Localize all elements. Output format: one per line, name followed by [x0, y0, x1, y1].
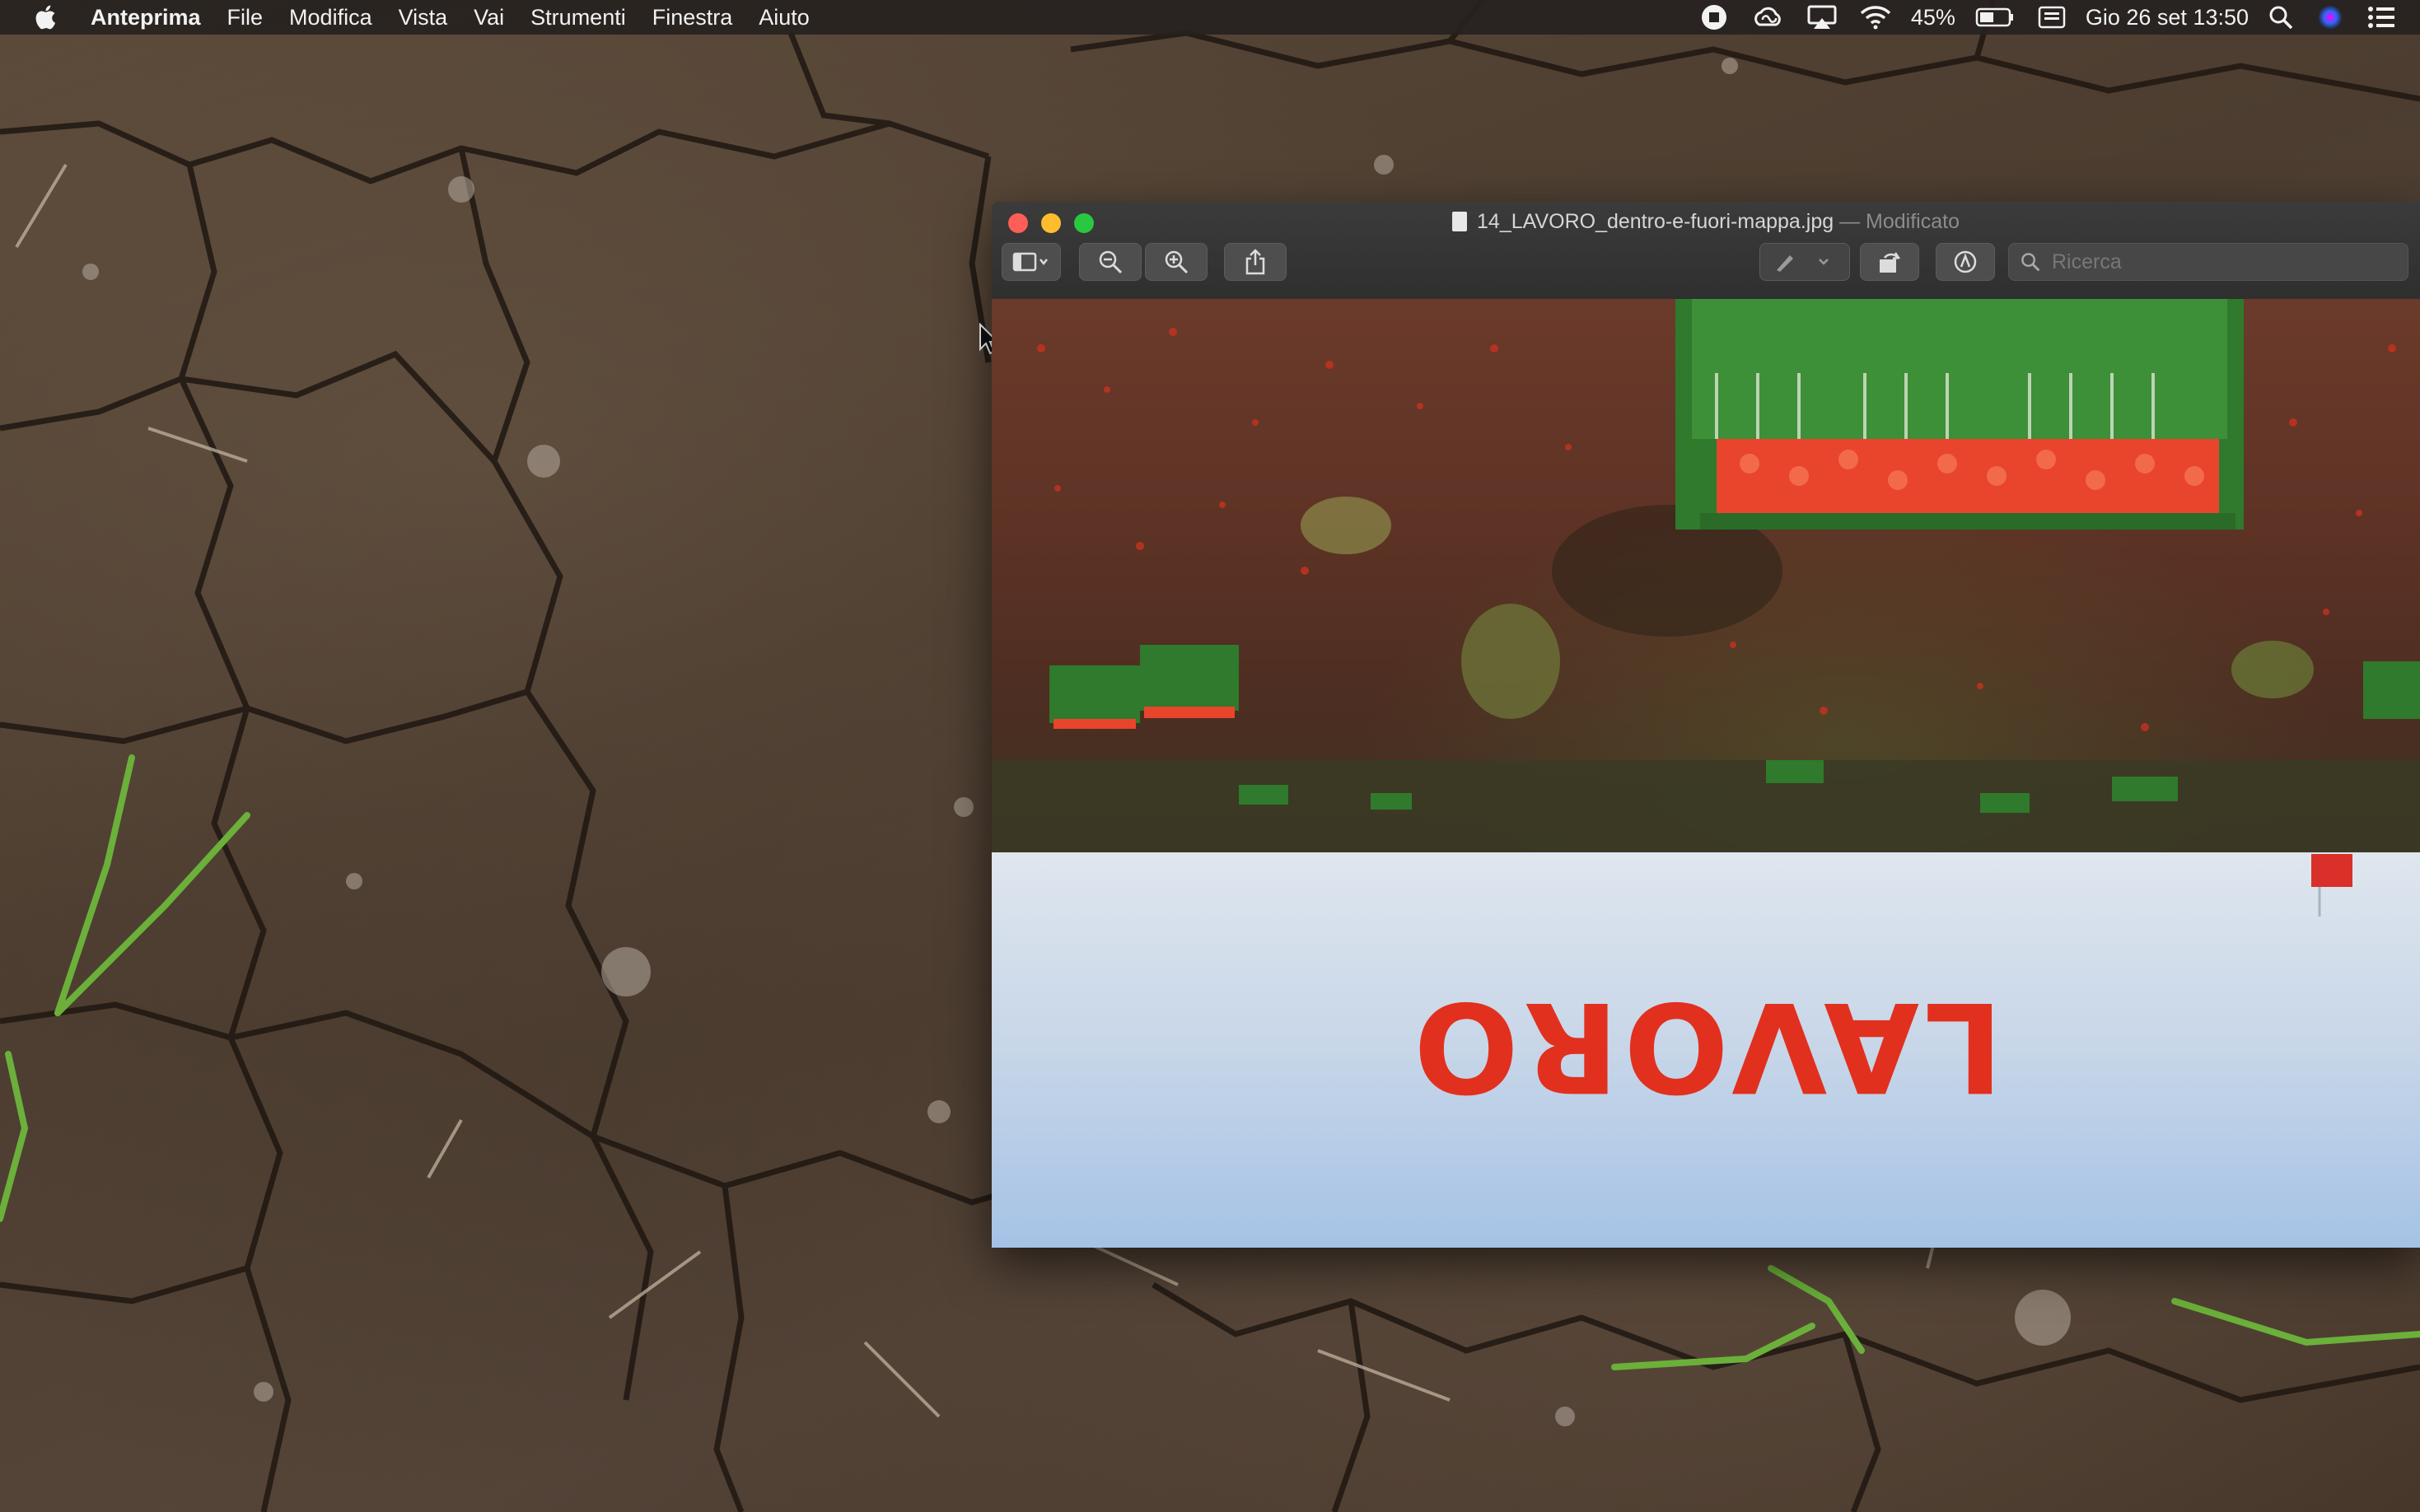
share-button[interactable] [1224, 243, 1287, 281]
window-modified-state: Modificato [1866, 210, 1960, 233]
menu-edit[interactable]: Modifica [289, 5, 372, 30]
photo-field-area [992, 299, 2420, 852]
menu-view[interactable]: Vista [399, 5, 448, 30]
preview-window: 14_LAVORO_dentro-e-fuori-mappa.jpg — Mod… [992, 202, 2420, 1248]
markup-pen-button[interactable] [1759, 243, 1850, 281]
siri-icon[interactable] [2316, 3, 2344, 31]
status-area: 45% Gio 26 set 13:50 [1689, 0, 2420, 35]
zoom-out-icon [1099, 250, 1123, 274]
menu-app-name[interactable]: Anteprima [91, 5, 201, 30]
record-stop-icon[interactable] [1700, 3, 1728, 31]
rotate-icon [1880, 252, 1901, 273]
search-field[interactable] [2008, 243, 2408, 281]
image-overlay-text: LAVORO [1409, 974, 2003, 1118]
sidebar-icon [1012, 252, 1048, 272]
sidebar-toggle-button[interactable] [1002, 243, 1061, 281]
menu-file[interactable]: File [227, 5, 264, 30]
window-filename: 14_LAVORO_dentro-e-fuori-mappa.jpg [1477, 210, 1834, 233]
spotlight-search-icon[interactable] [2268, 5, 2293, 30]
clock[interactable]: Gio 26 set 13:50 [2086, 5, 2249, 30]
battery-icon[interactable] [1975, 7, 2015, 28]
input-menu-icon[interactable] [2038, 5, 2066, 30]
zoom-in-button[interactable] [1145, 243, 1208, 281]
rotate-button[interactable] [1860, 243, 1919, 281]
search-icon [2021, 253, 2040, 272]
search-input[interactable] [2050, 249, 2399, 275]
zoom-out-button[interactable] [1079, 243, 1142, 281]
notification-center-icon[interactable] [2367, 6, 2395, 29]
menu-window[interactable]: Finestra [652, 5, 733, 30]
airplay-icon[interactable] [1807, 5, 1837, 30]
window-title-separator: — [1834, 210, 1866, 233]
zoom-in-icon [1165, 250, 1189, 274]
menu-go[interactable]: Vai [474, 5, 504, 30]
share-icon [1245, 249, 1265, 275]
wifi-icon[interactable] [1860, 5, 1891, 30]
pen-icon [1777, 255, 1829, 272]
menu-tools[interactable]: Strumenti [530, 5, 626, 30]
image-canvas[interactable]: LAVORO [992, 299, 2420, 1248]
markup-toolbar-button[interactable] [1936, 243, 1995, 281]
markup-icon [1954, 250, 1977, 273]
apple-logo-icon[interactable] [33, 3, 61, 31]
window-toolbar[interactable]: 14_LAVORO_dentro-e-fuori-mappa.jpg — Mod… [992, 202, 2420, 300]
tomato-field-photo [992, 299, 2420, 852]
document-icon [1452, 212, 1468, 231]
battery-percent[interactable]: 45% [1911, 5, 1955, 30]
menu-help[interactable]: Aiuto [759, 5, 810, 30]
distant-red-object [2311, 854, 2352, 917]
tomato-crate-large [1675, 299, 2244, 530]
menu-bar: Anteprima File Modifica Vista Vai Strume… [0, 0, 2420, 35]
window-title: 14_LAVORO_dentro-e-fuori-mappa.jpg — Mod… [992, 210, 2420, 234]
creative-cloud-icon[interactable] [1751, 5, 1784, 30]
